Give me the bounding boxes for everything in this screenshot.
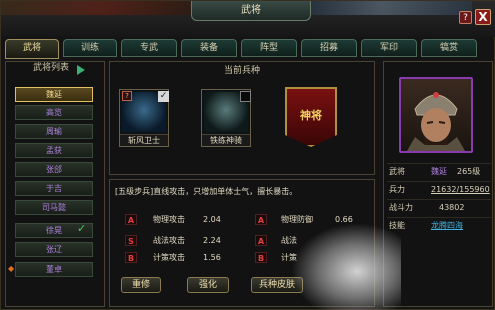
top-decoration-left	[1, 1, 201, 15]
troop-name: 铁练神骑	[202, 134, 250, 146]
troop-description: [五级步兵]直线攻击，只增加单体士气，擅长暴击。	[115, 187, 298, 196]
info-skill: 技能 龙腾四海	[387, 217, 491, 233]
tab-formation[interactable]: 阵型	[241, 39, 297, 57]
tab-exclusive-weapon[interactable]: 专武	[121, 39, 177, 57]
tab-recruit[interactable]: 招募	[301, 39, 357, 57]
list-item-general[interactable]: 高览	[15, 105, 93, 120]
troop-card[interactable]: ? ✓ 斩风卫士	[119, 89, 169, 147]
general-portrait	[399, 77, 473, 153]
stat-grade-icon: A	[125, 214, 137, 225]
stat-name: 计策攻击	[153, 253, 185, 262]
list-item-general[interactable]: 于吉	[15, 181, 93, 196]
tab-bar: 武将 训练 专武 装备 阵型 招募 军印 犒赏	[5, 39, 492, 59]
troop-name: 斩风卫士	[120, 134, 168, 146]
stat-value: 1.56	[203, 253, 221, 262]
list-item-general[interactable]: 张辽	[15, 242, 93, 257]
stat-value: 2.04	[203, 215, 221, 224]
list-item-general[interactable]: 司马懿	[15, 200, 93, 215]
tab-reward[interactable]: 犒赏	[421, 39, 477, 57]
question-icon[interactable]: ?	[122, 91, 132, 101]
general-level: 265级	[457, 167, 481, 176]
general-window: 武将 ? X 武将 训练 专武 装备 阵型 招募 军印 犒赏 武将列表 魏延 高…	[0, 0, 495, 310]
stat-row: A 物理攻击 2.04	[125, 213, 245, 227]
info-key: 兵力	[389, 185, 405, 194]
stat-row: S 战法攻击 2.24	[125, 234, 245, 248]
list-item-general[interactable]: 孟获	[15, 143, 93, 158]
info-troops: 兵力 21632/155960	[387, 181, 491, 197]
info-power: 战斗力 43802	[387, 199, 491, 215]
list-expand-icon[interactable]	[77, 65, 85, 75]
info-general: 武将 魏延 265级	[387, 163, 491, 179]
check-icon: ✓	[77, 222, 87, 235]
checkbox-checked[interactable]: ✓	[158, 91, 169, 102]
tab-training[interactable]: 训练	[63, 39, 117, 57]
top-decoration-right	[292, 1, 472, 15]
stat-grade-icon: B	[255, 252, 267, 263]
list-item-general[interactable]: 董卓	[15, 262, 93, 277]
close-button[interactable]: X	[475, 9, 491, 25]
diamond-icon: ◆	[8, 264, 15, 273]
stat-grade-icon: B	[125, 252, 137, 263]
overlay-glow	[291, 223, 401, 310]
info-key: 武将	[389, 167, 405, 176]
stat-grade-icon: S	[125, 235, 137, 246]
list-item-general[interactable]: 魏延	[15, 87, 93, 102]
stat-name: 战法攻击	[153, 236, 185, 245]
tab-general[interactable]: 武将	[5, 39, 59, 59]
stat-grade-icon: A	[255, 235, 267, 246]
stat-name: 物理攻击	[153, 215, 185, 224]
rank-banner: 神将	[285, 87, 337, 147]
warrior-portrait-image	[407, 92, 465, 151]
help-button[interactable]: ?	[459, 11, 472, 24]
list-item-general[interactable]: 张郃	[15, 162, 93, 177]
stat-row: B 计策攻击 1.56	[125, 251, 245, 265]
troop-count[interactable]: 21632/155960	[431, 182, 490, 198]
skill-link[interactable]: 龙腾四海	[431, 218, 463, 234]
tab-seal[interactable]: 军印	[361, 39, 417, 57]
stat-grade-icon: A	[255, 214, 267, 225]
banner-text: 神将	[300, 109, 322, 122]
stat-value: 2.24	[203, 236, 221, 245]
list-item-general[interactable]: 周瑜	[15, 124, 93, 139]
troops-title: 当前兵种	[223, 66, 260, 76]
tab-equipment[interactable]: 装备	[181, 39, 237, 57]
power-value: 43802	[439, 203, 465, 212]
window-title: 武将	[191, 1, 311, 21]
general-name: 魏延	[431, 167, 447, 176]
troop-card[interactable]: 铁练神骑	[201, 89, 251, 147]
general-list-title: 武将列表	[33, 63, 70, 73]
checkbox-unchecked[interactable]	[240, 91, 251, 102]
retrain-button[interactable]: 重修	[121, 277, 161, 293]
strengthen-button[interactable]: 强化	[187, 277, 229, 293]
info-key: 战斗力	[389, 203, 413, 212]
